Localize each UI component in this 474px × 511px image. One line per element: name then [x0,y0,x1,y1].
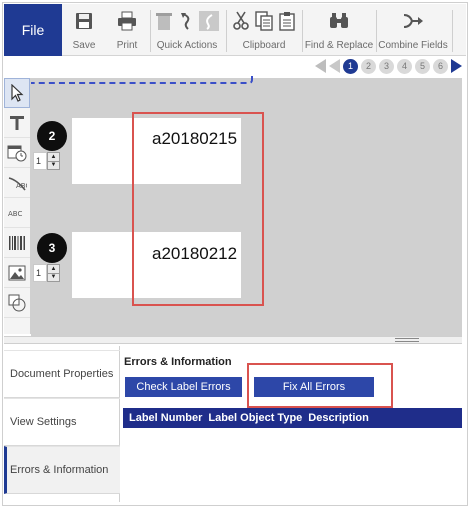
label-canvas[interactable]: 2 1 ▲ ▼ a20180215 3 1 ▲ ▼ a20180212 [31,76,462,336]
stepper-down-icon[interactable]: ▼ [48,272,59,282]
stepper-up-icon[interactable]: ▲ [48,153,59,161]
undo-icon[interactable] [179,11,193,31]
page-button-2[interactable]: 2 [361,58,376,74]
column-header-description[interactable]: Description [302,412,369,424]
stepper-arrows[interactable]: ▲ ▼ [47,264,60,282]
shape-tool[interactable] [4,288,30,318]
page-button-6[interactable]: 6 [433,58,448,74]
copy-icon[interactable] [255,11,273,31]
label-quantity-stepper[interactable]: 1 ▲ ▼ [33,264,60,282]
find-replace-label: Find & Replace [304,40,374,51]
panel-splitter[interactable] [4,336,462,344]
splitter-grip-icon[interactable] [395,338,419,342]
tab-view-settings[interactable]: View Settings [4,398,120,446]
save-icon [76,13,92,29]
label-number-badge: 3 [37,233,67,263]
prev-page-arrow-icon[interactable] [329,59,340,73]
find-replace-button[interactable]: Find & Replace [304,4,374,56]
combine-fields-label: Combine Fields [378,40,448,51]
page-navigator: 1 2 3 4 5 6 [315,58,462,74]
abc-text-icon: ABC [8,210,22,218]
next-page-arrow-icon[interactable] [451,59,462,73]
shapes-icon [8,294,26,311]
panel-title: Errors & Information [124,356,232,368]
ribbon-separator [302,10,303,52]
page-button-5[interactable]: 5 [415,58,430,74]
curved-text-icon: ABC [8,176,27,190]
first-page-arrow-icon[interactable] [315,59,326,73]
paste-icon[interactable] [279,11,295,31]
merge-arrow-icon [403,14,423,28]
column-header-label-number[interactable]: Label Number [123,412,202,424]
binoculars-icon [330,13,348,28]
redo-icon[interactable] [199,11,219,31]
svg-text:ABC: ABC [16,182,27,190]
highlight-box [247,363,393,408]
printer-icon [118,11,136,31]
check-label-errors-button[interactable]: Check Label Errors [125,377,242,397]
tab-errors-information[interactable]: Errors & Information [4,446,120,494]
barcode-tool[interactable] [4,228,30,258]
select-tool[interactable] [4,78,30,108]
image-icon [8,265,26,280]
column-header-object-type[interactable]: Label Object Type [202,412,302,424]
label-boundary-line [31,76,253,84]
image-tool[interactable] [4,258,30,288]
scissors-icon[interactable] [233,11,249,31]
quantity-value[interactable]: 1 [33,152,47,170]
label-number-badge: 2 [37,121,67,151]
properties-tabs: Document Properties View Settings Errors… [4,346,120,502]
save-button[interactable]: Save [66,4,102,56]
ribbon-separator [226,10,227,52]
page-button-3[interactable]: 3 [379,58,394,74]
print-button[interactable]: Print [108,4,146,56]
tab-document-properties[interactable]: Document Properties [4,350,120,398]
date-tool[interactable] [4,138,30,168]
errors-panel: Errors & Information Check Label Errors … [120,346,462,502]
cursor-arrow-icon [11,84,24,102]
text-t-icon [10,115,24,130]
page-button-4[interactable]: 4 [397,58,412,74]
rotated-text-tool[interactable]: ABC [4,168,30,198]
clipboard-label: Clipboard [242,40,286,51]
combine-fields-button[interactable]: Combine Fields [378,4,448,56]
trash-icon[interactable] [155,11,173,31]
clipboard-group: Clipboard [230,4,298,56]
object-toolbox: ABC ABC [4,78,31,334]
page-button-1[interactable]: 1 [343,58,358,74]
quick-actions-group: Quick Actions [154,4,220,56]
highlight-box [132,112,264,306]
label-quantity-stepper[interactable]: 1 ▲ ▼ [33,152,60,170]
calendar-clock-icon [7,145,27,161]
text-tool[interactable] [4,108,30,138]
text-field-tool[interactable]: ABC [4,198,30,228]
file-button[interactable]: File [4,4,62,56]
save-label: Save [72,40,96,51]
stepper-arrows[interactable]: ▲ ▼ [47,152,60,170]
quick-actions-label: Quick Actions [156,40,218,51]
svg-text:ABC: ABC [8,210,22,218]
ribbon-separator [452,10,453,52]
ribbon-separator [376,10,377,52]
ribbon-toolbar: File Save Print Quick Actions Clipboard [4,4,466,56]
print-label: Print [116,40,138,51]
ribbon-separator [150,10,151,52]
barcode-icon [9,235,25,250]
errors-table-header: Label Number Label Object Type Descripti… [123,408,462,428]
stepper-up-icon[interactable]: ▲ [48,265,59,273]
stepper-down-icon[interactable]: ▼ [48,160,59,170]
quantity-value[interactable]: 1 [33,264,47,282]
